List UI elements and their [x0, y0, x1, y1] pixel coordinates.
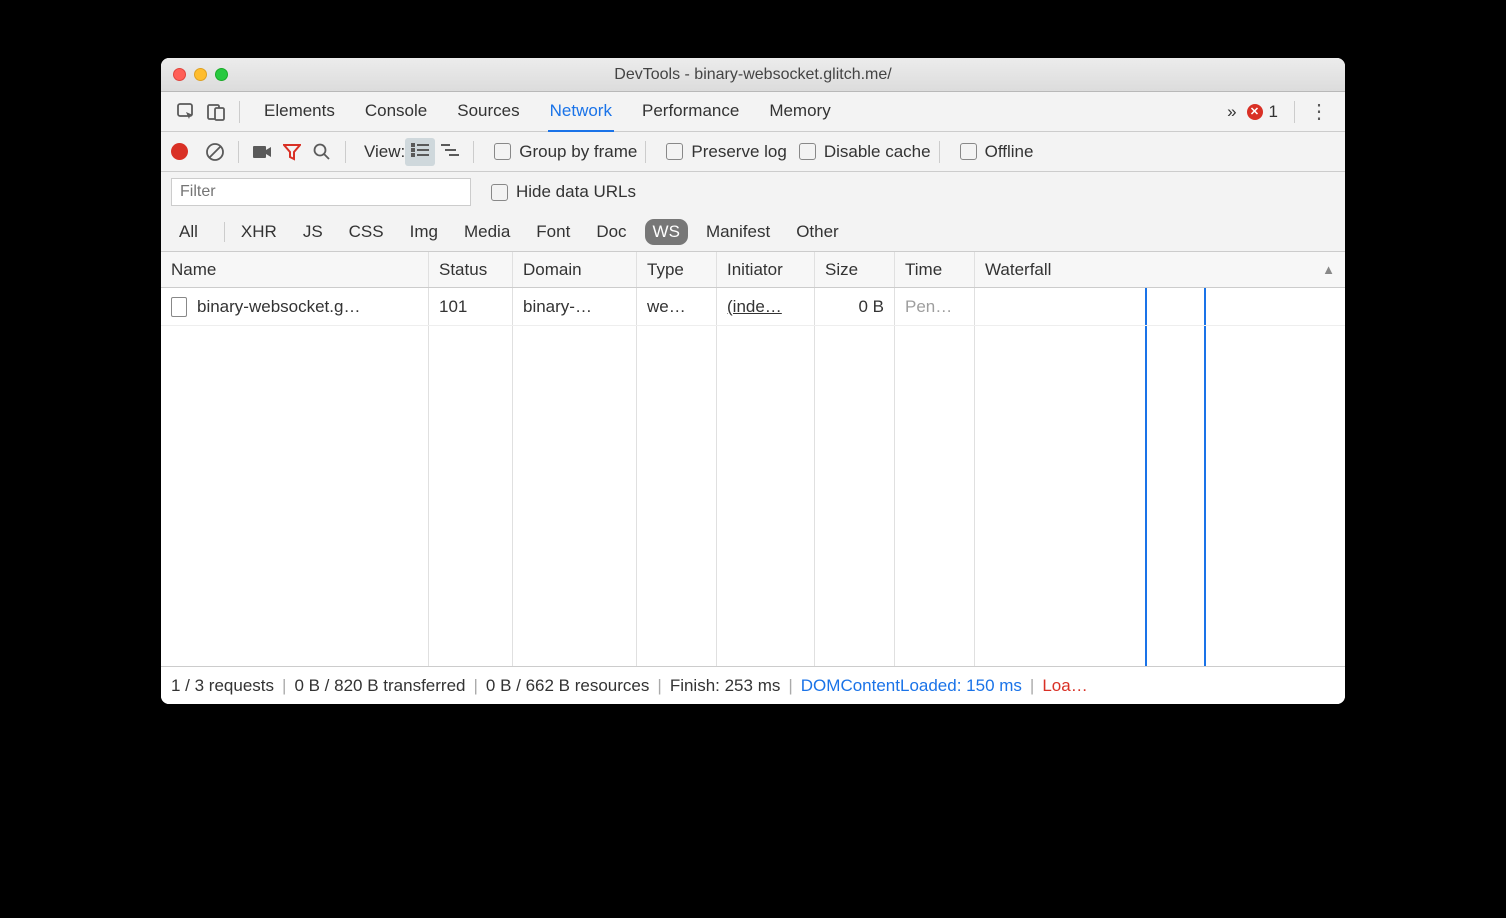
grid-background: [161, 288, 1345, 666]
type-ws[interactable]: WS: [645, 219, 688, 245]
tab-sources[interactable]: Sources: [455, 92, 521, 132]
checkbox-icon: [666, 143, 683, 160]
status-resources: 0 B / 662 B resources: [486, 676, 649, 696]
type-manifest[interactable]: Manifest: [698, 219, 778, 245]
search-icon[interactable]: [307, 137, 337, 167]
panel-tabs-row: Elements Console Sources Network Perform…: [161, 92, 1345, 132]
type-other[interactable]: Other: [788, 219, 847, 245]
type-media[interactable]: Media: [456, 219, 518, 245]
cell-domain: binary-…: [513, 288, 637, 325]
load-marker: [1204, 288, 1206, 666]
window-title: DevTools - binary-websocket.glitch.me/: [161, 66, 1345, 84]
checkbox-icon: [799, 143, 816, 160]
hide-data-urls-toggle[interactable]: Hide data URLs: [491, 182, 636, 202]
cell-size: 0 B: [815, 288, 895, 325]
col-size[interactable]: Size: [815, 252, 895, 287]
type-js[interactable]: JS: [295, 219, 331, 245]
titlebar: DevTools - binary-websocket.glitch.me/: [161, 58, 1345, 92]
type-img[interactable]: Img: [402, 219, 446, 245]
settings-menu-button[interactable]: ⋮: [1303, 99, 1335, 124]
tab-elements[interactable]: Elements: [262, 92, 337, 132]
status-finish: Finish: 253 ms: [670, 676, 781, 696]
cell-waterfall: [975, 288, 1345, 325]
group-by-frame-toggle[interactable]: Group by frame: [494, 142, 637, 162]
tab-console[interactable]: Console: [363, 92, 429, 132]
preserve-log-toggle[interactable]: Preserve log: [666, 142, 786, 162]
status-bar: 1 / 3 requests | 0 B / 820 B transferred…: [161, 666, 1345, 704]
network-toolbar: View: Group by frame Preserve log Disabl…: [161, 132, 1345, 172]
filter-row: Hide data URLs: [161, 172, 1345, 212]
document-icon: [171, 297, 187, 317]
view-label: View:: [364, 142, 405, 162]
separator: [239, 101, 240, 123]
separator: [645, 141, 646, 163]
waterfall-view-icon[interactable]: [435, 138, 465, 166]
filter-input[interactable]: [171, 178, 471, 206]
cell-name: binary-websocket.g…: [161, 288, 429, 325]
tab-memory[interactable]: Memory: [767, 92, 832, 132]
status-dcl: DOMContentLoaded: 150 ms: [801, 676, 1022, 696]
device-toolbar-icon[interactable]: [201, 97, 231, 127]
large-rows-icon[interactable]: [405, 138, 435, 166]
cell-type: we…: [637, 288, 717, 325]
tab-performance[interactable]: Performance: [640, 92, 741, 132]
table-header: Name Status Domain Type Initiator Size T…: [161, 252, 1345, 288]
cell-status: 101: [429, 288, 513, 325]
separator: [238, 141, 239, 163]
traffic-lights: [161, 68, 228, 81]
col-status[interactable]: Status: [429, 252, 513, 287]
panel-tabs: Elements Console Sources Network Perform…: [262, 92, 1217, 132]
checkbox-icon: [491, 184, 508, 201]
cell-initiator[interactable]: (inde…: [717, 288, 815, 325]
status-load: Loa…: [1042, 676, 1087, 696]
checkbox-icon: [494, 143, 511, 160]
clear-icon[interactable]: [200, 137, 230, 167]
error-count: 1: [1269, 102, 1278, 122]
col-domain[interactable]: Domain: [513, 252, 637, 287]
devtools-window: DevTools - binary-websocket.glitch.me/ E…: [161, 58, 1345, 704]
col-time[interactable]: Time: [895, 252, 975, 287]
types-row: All XHR JS CSS Img Media Font Doc WS Man…: [161, 212, 1345, 252]
dcl-marker: [1145, 288, 1147, 666]
disable-cache-toggle[interactable]: Disable cache: [799, 142, 931, 162]
separator: [345, 141, 346, 163]
zoom-window-button[interactable]: [215, 68, 228, 81]
type-font[interactable]: Font: [528, 219, 578, 245]
separator: [224, 222, 225, 242]
separator: [473, 141, 474, 163]
separator: [939, 141, 940, 163]
error-icon: ✕: [1247, 104, 1263, 120]
table-row[interactable]: binary-websocket.g… 101 binary-… we… (in…: [161, 288, 1345, 326]
separator: [1294, 101, 1295, 123]
close-window-button[interactable]: [173, 68, 186, 81]
sort-arrow-icon: ▲: [1322, 262, 1335, 277]
inspect-element-icon[interactable]: [171, 97, 201, 127]
status-requests: 1 / 3 requests: [171, 676, 274, 696]
type-all[interactable]: All: [171, 219, 206, 245]
status-transferred: 0 B / 820 B transferred: [294, 676, 465, 696]
filter-icon[interactable]: [277, 137, 307, 167]
request-table: Name Status Domain Type Initiator Size T…: [161, 252, 1345, 666]
type-xhr[interactable]: XHR: [233, 219, 285, 245]
record-button[interactable]: [171, 143, 188, 160]
col-type[interactable]: Type: [637, 252, 717, 287]
type-doc[interactable]: Doc: [588, 219, 634, 245]
tab-network[interactable]: Network: [548, 92, 614, 132]
col-waterfall[interactable]: Waterfall▲: [975, 252, 1345, 287]
cell-time: Pen…: [895, 288, 975, 325]
camera-icon[interactable]: [247, 137, 277, 167]
tabs-overflow-button[interactable]: »: [1227, 102, 1236, 122]
errors-indicator[interactable]: ✕ 1: [1247, 102, 1278, 122]
type-css[interactable]: CSS: [341, 219, 392, 245]
checkbox-icon: [960, 143, 977, 160]
offline-toggle[interactable]: Offline: [960, 142, 1034, 162]
col-initiator[interactable]: Initiator: [717, 252, 815, 287]
col-name[interactable]: Name: [161, 252, 429, 287]
table-body: binary-websocket.g… 101 binary-… we… (in…: [161, 288, 1345, 666]
minimize-window-button[interactable]: [194, 68, 207, 81]
